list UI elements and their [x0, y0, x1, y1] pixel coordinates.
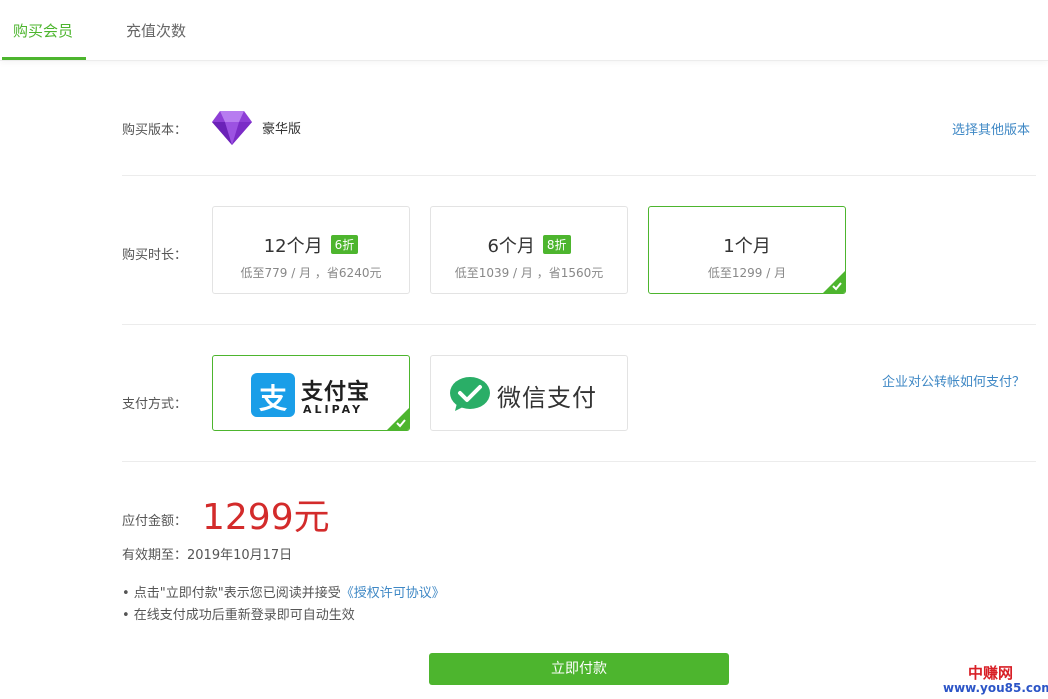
license-agreement-link[interactable]: 《授权许可协议》 — [341, 586, 445, 601]
choose-other-version-link[interactable]: 选择其他版本 — [952, 119, 1030, 138]
version-label: 购买版本： — [122, 123, 188, 138]
alipay-logo-glyph: 支 — [258, 382, 287, 415]
watermark-url: www.you85.com — [943, 681, 1048, 695]
validity-date: 有效期至：2019年10月17日 — [122, 548, 293, 563]
amount-due: 1299元 — [202, 497, 330, 538]
wechat-pay-icon — [450, 377, 490, 411]
corporate-transfer-help-link[interactable]: 企业对公转帐如何支付？ — [882, 371, 1025, 390]
alipay-name: 支付宝 — [301, 380, 371, 405]
discount-badge: 8折 — [542, 235, 571, 254]
discount-badge: 6折 — [330, 235, 359, 254]
duration-title: 12个月 6折 — [213, 232, 409, 258]
selected-check-icon — [823, 271, 845, 293]
duration-price-detail: 低至1039 / 月 ，省1560元 — [454, 266, 604, 280]
selected-check-icon — [387, 408, 409, 430]
divider — [122, 324, 1036, 325]
activation-note: • 在线支付成功后重新登录即可自动生效 — [122, 608, 355, 623]
duration-label: 购买时长： — [122, 248, 188, 263]
divider — [122, 461, 1036, 462]
top-tabs: 购买会员 充值次数 — [0, 0, 1048, 61]
amount-label: 应付金额： — [122, 514, 188, 529]
tab-buy-membership[interactable]: 购买会员 — [13, 20, 73, 41]
divider — [122, 175, 1036, 176]
diamond-icon — [212, 111, 252, 145]
duration-price-detail: 低至779 / 月 ，省6240元 — [240, 266, 382, 280]
tab-recharge-count[interactable]: 充值次数 — [126, 20, 186, 41]
agreement-note-text: • 点击"立即付款"表示您已阅读并接受 — [122, 586, 341, 601]
duration-option-1-month[interactable]: 1个月 低至1299 / 月 — [648, 206, 846, 294]
payment-option-wechat[interactable]: 微信支付 — [430, 355, 628, 431]
duration-title-text: 12个月 — [263, 236, 323, 257]
duration-option-6-months[interactable]: 6个月 8折 低至1039 / 月 ，省1560元 — [430, 206, 628, 294]
watermark-title: 中赚网 — [968, 664, 1014, 682]
payment-option-alipay[interactable]: 支 支付宝 ALIPAY — [212, 355, 410, 431]
duration-option-12-months[interactable]: 12个月 6折 低至779 / 月 ，省6240元 — [212, 206, 410, 294]
active-tab-indicator — [2, 57, 86, 60]
pay-now-button[interactable]: 立即付款 — [429, 653, 729, 685]
duration-price-detail: 低至1299 / 月 — [707, 266, 787, 280]
alipay-english-name: ALIPAY — [303, 403, 364, 416]
payment-method-label: 支付方式： — [122, 397, 188, 412]
duration-title-text: 1个月 — [723, 236, 771, 257]
wechat-pay-name: 微信支付 — [497, 384, 597, 412]
duration-title: 1个月 — [649, 232, 845, 258]
agreement-note: • 点击"立即付款"表示您已阅读并接受《授权许可协议》 — [122, 582, 445, 601]
duration-title-text: 6个月 — [487, 236, 535, 257]
edition-name: 豪华版 — [262, 122, 302, 137]
alipay-logo-icon: 支 — [251, 373, 295, 417]
site-watermark: 中赚网 www.you85.com — [940, 660, 1048, 699]
duration-title: 6个月 8折 — [431, 232, 627, 258]
